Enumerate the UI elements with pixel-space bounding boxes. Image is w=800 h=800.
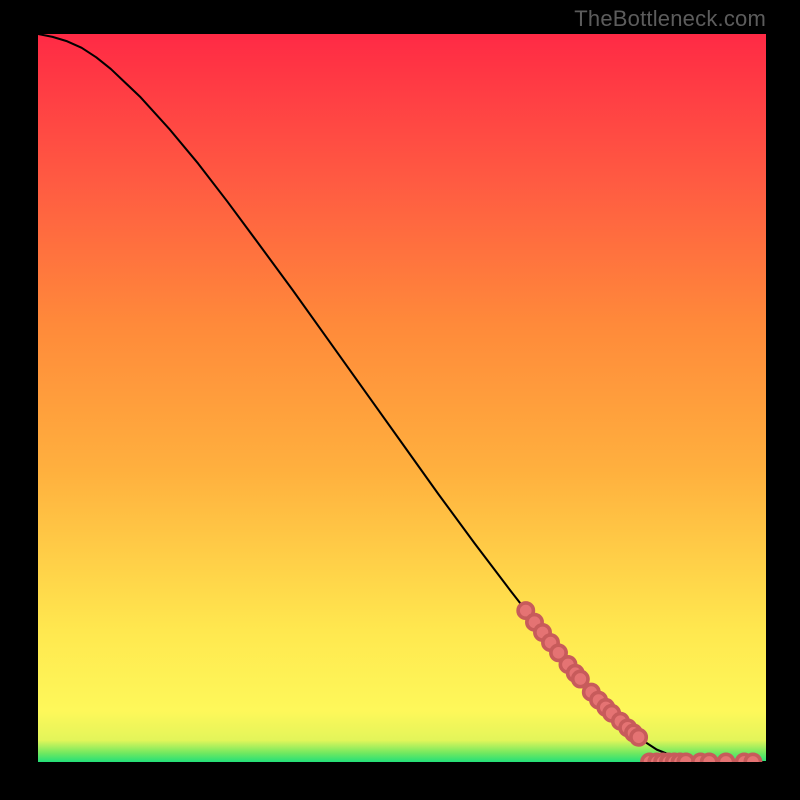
highlight-dot <box>631 730 646 745</box>
highlight-dot <box>702 754 717 762</box>
chart-plot-area <box>38 34 766 762</box>
attribution-text: TheBottleneck.com <box>574 6 766 32</box>
highlight-dot <box>718 754 733 762</box>
highlight-dot <box>573 671 588 686</box>
highlight-dot <box>745 754 760 762</box>
chart-highlight-markers <box>38 34 766 762</box>
